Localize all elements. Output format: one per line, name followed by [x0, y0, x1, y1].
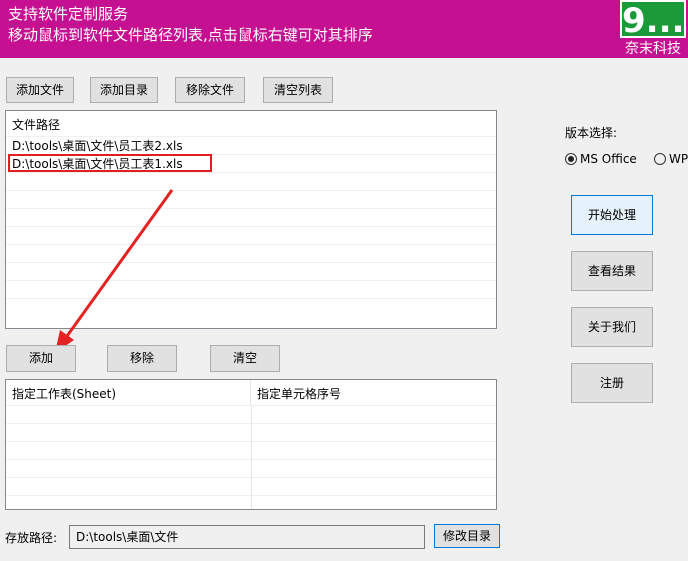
column-header-cell[interactable]: 指定单元格序号 — [251, 380, 341, 405]
add-directory-button[interactable]: 添加目录 — [90, 77, 158, 103]
change-directory-button[interactable]: 修改目录 — [434, 524, 500, 548]
add-file-button[interactable]: 添加文件 — [6, 77, 74, 103]
save-path-label: 存放路径: — [5, 531, 58, 545]
version-label: 版本选择: — [565, 126, 618, 140]
radio-selected-icon — [565, 153, 577, 165]
radio-wps[interactable]: WPS — [654, 152, 688, 166]
radio-ms-office[interactable]: MS Office — [565, 152, 637, 166]
company-logo: 9... 奈末科技 — [620, 0, 686, 58]
banner-line-1: 支持软件定制服务 — [8, 5, 129, 23]
clear-list-button[interactable]: 清空列表 — [263, 77, 333, 103]
sheet-table[interactable]: 指定工作表(Sheet) 指定单元格序号 — [5, 379, 497, 510]
selection-highlight — [8, 154, 212, 172]
clear-sheet-button[interactable]: 清空 — [210, 345, 280, 372]
about-us-button[interactable]: 关于我们 — [571, 307, 653, 347]
radio-unselected-icon — [654, 153, 666, 165]
remove-sheet-button[interactable]: 移除 — [107, 345, 177, 372]
register-button[interactable]: 注册 — [571, 363, 653, 403]
list-item[interactable]: D:\tools\桌面\文件\员工表2.xls — [6, 137, 496, 155]
header-banner: 支持软件定制服务 移动鼠标到软件文件路径列表,点击鼠标右键可对其排序 9... … — [0, 0, 688, 58]
save-path-input[interactable]: D:\tools\桌面\文件 — [69, 525, 425, 549]
view-results-button[interactable]: 查看结果 — [571, 251, 653, 291]
add-sheet-button[interactable]: 添加 — [6, 345, 76, 372]
logo-mark: 9... — [620, 0, 686, 41]
column-header-sheet[interactable]: 指定工作表(Sheet) — [6, 380, 251, 405]
remove-file-button[interactable]: 移除文件 — [175, 77, 245, 103]
logo-text: 奈末科技 — [625, 41, 681, 57]
red-arrow-annotation — [55, 189, 174, 353]
banner-line-2: 移动鼠标到软件文件路径列表,点击鼠标右键可对其排序 — [8, 26, 373, 44]
start-processing-button[interactable]: 开始处理 — [571, 195, 653, 235]
file-list-header: 文件路径 — [6, 111, 496, 137]
